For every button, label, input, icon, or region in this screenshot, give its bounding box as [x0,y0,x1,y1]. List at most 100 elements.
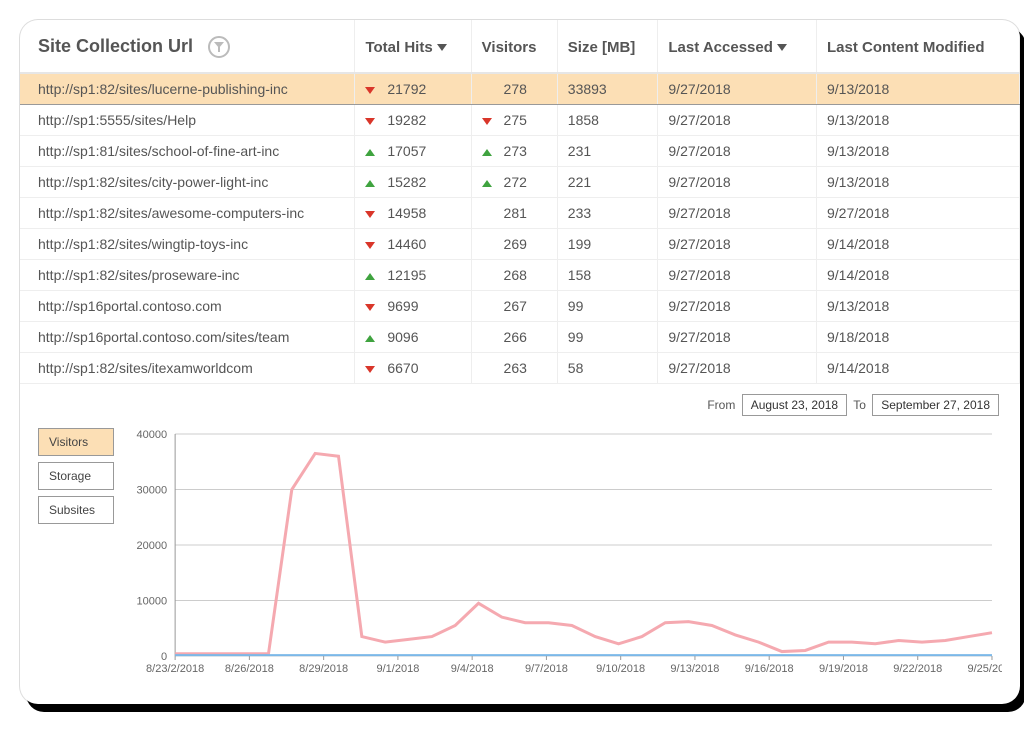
trend-up-icon [365,335,375,342]
cell-accessed: 9/27/2018 [658,167,817,198]
cell-size: 158 [557,260,658,291]
cell-url: http://sp1:82/sites/wingtip-toys-inc [20,229,355,260]
col-header-url[interactable]: Site Collection Url [20,20,355,73]
cell-accessed: 9/27/2018 [658,260,817,291]
col-header-accessed[interactable]: Last Accessed [658,20,817,73]
svg-text:9/22/2018: 9/22/2018 [893,663,942,675]
cell-size: 58 [557,353,658,384]
cell-accessed: 9/27/2018 [658,353,817,384]
trend-down-icon [365,304,375,311]
table-row[interactable]: http://sp1:82/sites/lucerne-publishing-i… [20,73,1020,105]
cell-visitors: 266 [471,322,557,353]
trend-down-icon [365,87,375,94]
cell-url: http://sp1:82/sites/proseware-inc [20,260,355,291]
cell-url: http://sp16portal.contoso.com/sites/team [20,322,355,353]
cell-modified: 9/27/2018 [817,198,1020,229]
table-row[interactable]: http://sp1:82/sites/city-power-light-inc… [20,167,1020,198]
dashboard-card: Site Collection Url Total Hits Visitors … [20,20,1020,704]
tab-subsites[interactable]: Subsites [38,496,114,524]
cell-size: 233 [557,198,658,229]
col-header-modified[interactable]: Last Content Modified [817,20,1020,73]
table-row[interactable]: http://sp16portal.contoso.com/sites/team… [20,322,1020,353]
sort-desc-icon [777,44,787,51]
cell-visitors: 275 [471,105,557,136]
cell-size: 33893 [557,73,658,105]
cell-accessed: 9/27/2018 [658,105,817,136]
cell-accessed: 9/27/2018 [658,136,817,167]
table-row[interactable]: http://sp1:82/sites/awesome-computers-in… [20,198,1020,229]
cell-size: 99 [557,322,658,353]
cell-visitors: 278 [471,73,557,105]
cell-hits: 21792 [355,73,471,105]
svg-text:8/29/2018: 8/29/2018 [299,663,348,675]
svg-text:0: 0 [161,651,167,663]
table-row[interactable]: http://sp1:82/sites/proseware-inc 12195 … [20,260,1020,291]
cell-visitors: 273 [471,136,557,167]
cell-accessed: 9/27/2018 [658,229,817,260]
line-chart: 0100002000030000400008/23/2/20188/26/201… [120,426,1002,686]
cell-accessed: 9/27/2018 [658,322,817,353]
tab-visitors[interactable]: Visitors [38,428,114,456]
filter-icon[interactable] [208,36,230,58]
cell-modified: 9/13/2018 [817,73,1020,105]
cell-hits: 14958 [355,198,471,229]
cell-url: http://sp16portal.contoso.com [20,291,355,322]
from-date-input[interactable]: August 23, 2018 [742,394,847,416]
svg-text:8/23/2/2018: 8/23/2/2018 [146,663,204,675]
site-collection-table: Site Collection Url Total Hits Visitors … [20,20,1020,384]
svg-text:9/13/2018: 9/13/2018 [670,663,719,675]
trend-down-icon [365,118,375,125]
col-header-size[interactable]: Size [MB] [557,20,658,73]
trend-up-icon [365,149,375,156]
cell-size: 231 [557,136,658,167]
tab-storage[interactable]: Storage [38,462,114,490]
cell-size: 221 [557,167,658,198]
to-date-input[interactable]: September 27, 2018 [872,394,999,416]
cell-url: http://sp1:82/sites/awesome-computers-in… [20,198,355,229]
svg-text:9/7/2018: 9/7/2018 [525,663,568,675]
cell-hits: 15282 [355,167,471,198]
date-range: From August 23, 2018 To September 27, 20… [20,384,1020,422]
col-header-visitors[interactable]: Visitors [471,20,557,73]
to-label: To [853,398,866,412]
cell-url: http://sp1:82/sites/lucerne-publishing-i… [20,73,355,105]
cell-url: http://sp1:5555/sites/Help [20,105,355,136]
svg-text:30000: 30000 [136,485,167,497]
cell-visitors: 281 [471,198,557,229]
trend-down-icon [365,211,375,218]
cell-hits: 9699 [355,291,471,322]
col-header-hits[interactable]: Total Hits [355,20,471,73]
table-row[interactable]: http://sp1:82/sites/itexamworldcom 6670 … [20,353,1020,384]
cell-size: 199 [557,229,658,260]
table-row[interactable]: http://sp16portal.contoso.com 9699 26799… [20,291,1020,322]
cell-accessed: 9/27/2018 [658,291,817,322]
cell-hits: 19282 [355,105,471,136]
cell-modified: 9/13/2018 [817,105,1020,136]
cell-modified: 9/14/2018 [817,260,1020,291]
svg-text:9/10/2018: 9/10/2018 [596,663,645,675]
trend-up-icon [365,180,375,187]
svg-text:40000: 40000 [136,429,167,441]
cell-size: 99 [557,291,658,322]
cell-hits: 14460 [355,229,471,260]
from-label: From [707,398,735,412]
cell-visitors: 268 [471,260,557,291]
cell-modified: 9/14/2018 [817,353,1020,384]
cell-modified: 9/14/2018 [817,229,1020,260]
svg-text:9/1/2018: 9/1/2018 [376,663,419,675]
svg-text:9/19/2018: 9/19/2018 [819,663,868,675]
cell-modified: 9/13/2018 [817,167,1020,198]
svg-text:8/26/2018: 8/26/2018 [225,663,274,675]
table-row[interactable]: http://sp1:81/sites/school-of-fine-art-i… [20,136,1020,167]
sort-desc-icon [437,44,447,51]
cell-visitors: 267 [471,291,557,322]
trend-up-icon [482,149,492,156]
cell-size: 1858 [557,105,658,136]
table-row[interactable]: http://sp1:5555/sites/Help 19282 2751858… [20,105,1020,136]
cell-modified: 9/18/2018 [817,322,1020,353]
trend-up-icon [365,273,375,280]
cell-url: http://sp1:81/sites/school-of-fine-art-i… [20,136,355,167]
table-row[interactable]: http://sp1:82/sites/wingtip-toys-inc 144… [20,229,1020,260]
trend-down-icon [482,118,492,125]
cell-visitors: 272 [471,167,557,198]
